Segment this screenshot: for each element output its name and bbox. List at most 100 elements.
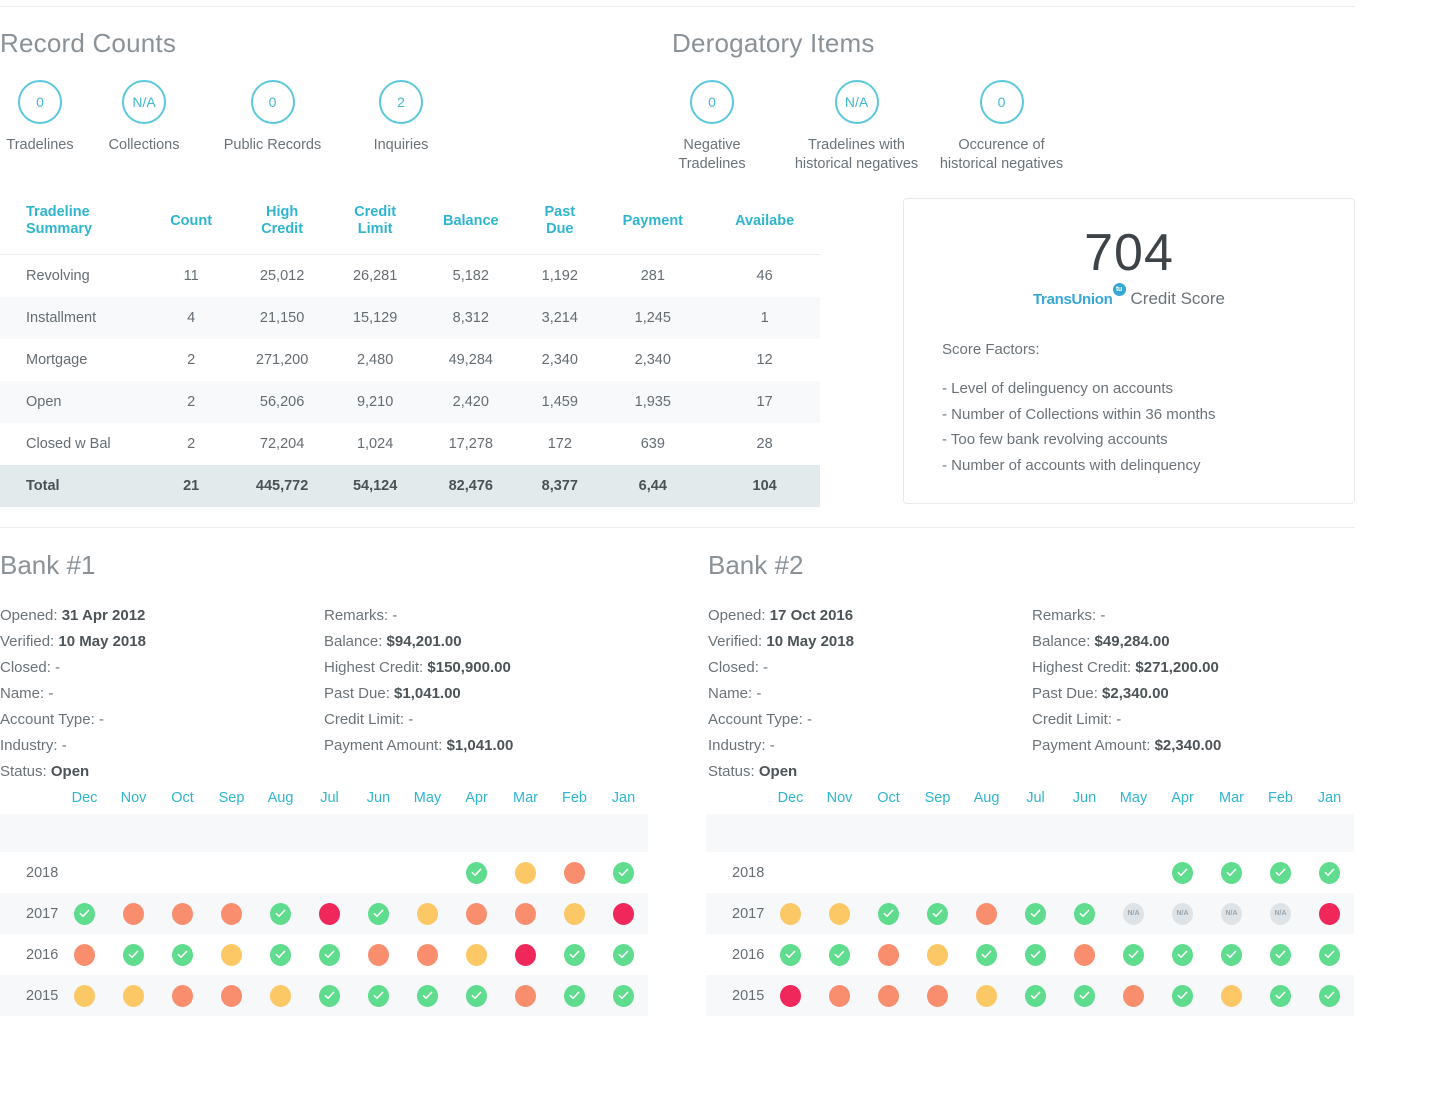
history-cell [1109, 943, 1158, 966]
status-dot-g [927, 902, 948, 925]
table-cell: 1,459 [541, 394, 578, 410]
bank-field: Industry: - [708, 733, 1032, 759]
bank-field: Payment Amount: $1,041.00 [324, 733, 513, 759]
bank-1-fields: Opened: 31 Apr 2012 Verified: 10 May 2018… [0, 603, 513, 785]
history-cell [815, 902, 864, 925]
status-dot-n: N/A [1123, 902, 1144, 925]
history-cell [1207, 984, 1256, 1007]
total-cell: 104 [752, 478, 777, 494]
na-label: N/A [1274, 910, 1287, 917]
table-cell: 281 [640, 268, 665, 284]
bank-field: Status: Open [0, 759, 324, 785]
history-cell [305, 943, 354, 966]
history-cell [1011, 902, 1060, 925]
status-dot-g [368, 902, 389, 925]
month-label: Mar [1219, 790, 1244, 806]
bank-field-label: Highest Credit: [1032, 659, 1132, 676]
history-cell [1060, 943, 1109, 966]
history-year-row: 2018 [0, 852, 648, 893]
month-label: Dec [71, 790, 98, 806]
badge-label: Tradelines with historical negatives [794, 137, 919, 172]
month-label: Nov [120, 790, 147, 806]
history-cell [158, 943, 207, 966]
bank-field: Closed: - [708, 655, 1032, 681]
bank-field-value: $271,200.00 [1135, 659, 1219, 676]
bank-field-label: Account Type: [0, 711, 95, 728]
table-cell: 3,214 [541, 310, 578, 326]
history-spacer-row [706, 814, 1354, 852]
bank-field-label: Name: [0, 685, 45, 702]
status-dot-g [976, 943, 997, 966]
history-cells [766, 861, 1354, 884]
history-cell [766, 943, 815, 966]
table-cell: 2,480 [356, 352, 394, 368]
history-cell: N/A [1207, 902, 1256, 925]
history-cell [256, 984, 305, 1007]
history-year-row: 2015 [706, 975, 1354, 1016]
bank-field: Opened: 17 Oct 2016 [708, 603, 1032, 629]
history-year-label: 2015 [732, 987, 765, 1004]
history-cell [452, 902, 501, 925]
status-dot-g [1319, 984, 1340, 1007]
history-cell [1256, 861, 1305, 884]
table-cell: 8,312 [452, 310, 489, 326]
bank-field-value: 10 May 2018 [766, 633, 854, 650]
badge-circle: N/A [122, 80, 166, 124]
history-cell [550, 902, 599, 925]
history-cell [256, 862, 305, 884]
month-label: Nov [826, 790, 853, 806]
history-year-label: 2016 [732, 946, 765, 963]
history-cell [501, 902, 550, 925]
table-cell: 1,245 [634, 310, 671, 326]
history-cell [1109, 862, 1158, 884]
score-factor-item: - Number of Collections within 36 months [942, 405, 1216, 423]
status-dot-y [927, 943, 948, 966]
history-cell [452, 984, 501, 1007]
row-label: Revolving [26, 268, 90, 284]
column-header-2: Count [170, 212, 213, 229]
status-dot-g [417, 984, 438, 1007]
bank-field-value: Open [758, 763, 798, 780]
column-header-5: Balance [442, 212, 499, 229]
bank-field-value: - [408, 711, 414, 728]
status-dot-g [613, 943, 634, 966]
bank-1-title: Bank #1 [0, 550, 96, 580]
history-cell [913, 902, 962, 925]
bank-2-fields: Opened: 17 Oct 2016 Verified: 10 May 2018… [708, 603, 1221, 785]
badge-circle: 0 [690, 80, 734, 124]
status-dot-g [1074, 984, 1095, 1007]
column-header-8: Availabe [735, 212, 795, 229]
bank-field-label: Closed: [0, 659, 51, 676]
history-cell [599, 984, 648, 1007]
count-badge-2: N/A Collections [80, 80, 208, 155]
history-cell [962, 984, 1011, 1007]
row-label: Installment [26, 310, 97, 326]
na-label: N/A [1225, 910, 1238, 917]
bank-1-month-header: Dec Nov Oct Sep Aug Jul Jun May Apr Mar Feb Jan [0, 790, 648, 806]
bank-field: Verified: 10 May 2018 [708, 629, 1032, 655]
history-cell [256, 943, 305, 966]
column-header-3: High Credit [261, 204, 304, 237]
bank-field-label: Balance: [1032, 633, 1091, 650]
history-cell [913, 862, 962, 884]
count-badge-4: 2 Inquiries [337, 80, 465, 155]
history-year-row: 2015 [0, 975, 648, 1016]
history-cell [1256, 984, 1305, 1007]
bank-field: Account Type: - [0, 707, 324, 733]
status-dot-g [123, 943, 144, 966]
month-label: Jun [366, 790, 391, 806]
history-cell [815, 862, 864, 884]
bank-field: Balance: $49,284.00 [1032, 629, 1221, 655]
bank-field-value: Open [50, 763, 90, 780]
history-cell [913, 943, 962, 966]
bank-2-payment-history: Dec Nov Oct Sep Aug Jul Jun May Apr Mar Feb Jan 201… [706, 790, 1354, 1016]
history-cell [913, 984, 962, 1007]
bank-field-value: $49,284.00 [1094, 633, 1170, 650]
status-dot-o [123, 902, 144, 925]
history-cell [962, 902, 1011, 925]
history-cell [815, 984, 864, 1007]
bank-field: Credit Limit: - [324, 707, 513, 733]
credit-score-value: 704 [1084, 224, 1174, 282]
table-cell: 2,340 [541, 352, 578, 368]
status-dot-n: N/A [1270, 902, 1291, 925]
